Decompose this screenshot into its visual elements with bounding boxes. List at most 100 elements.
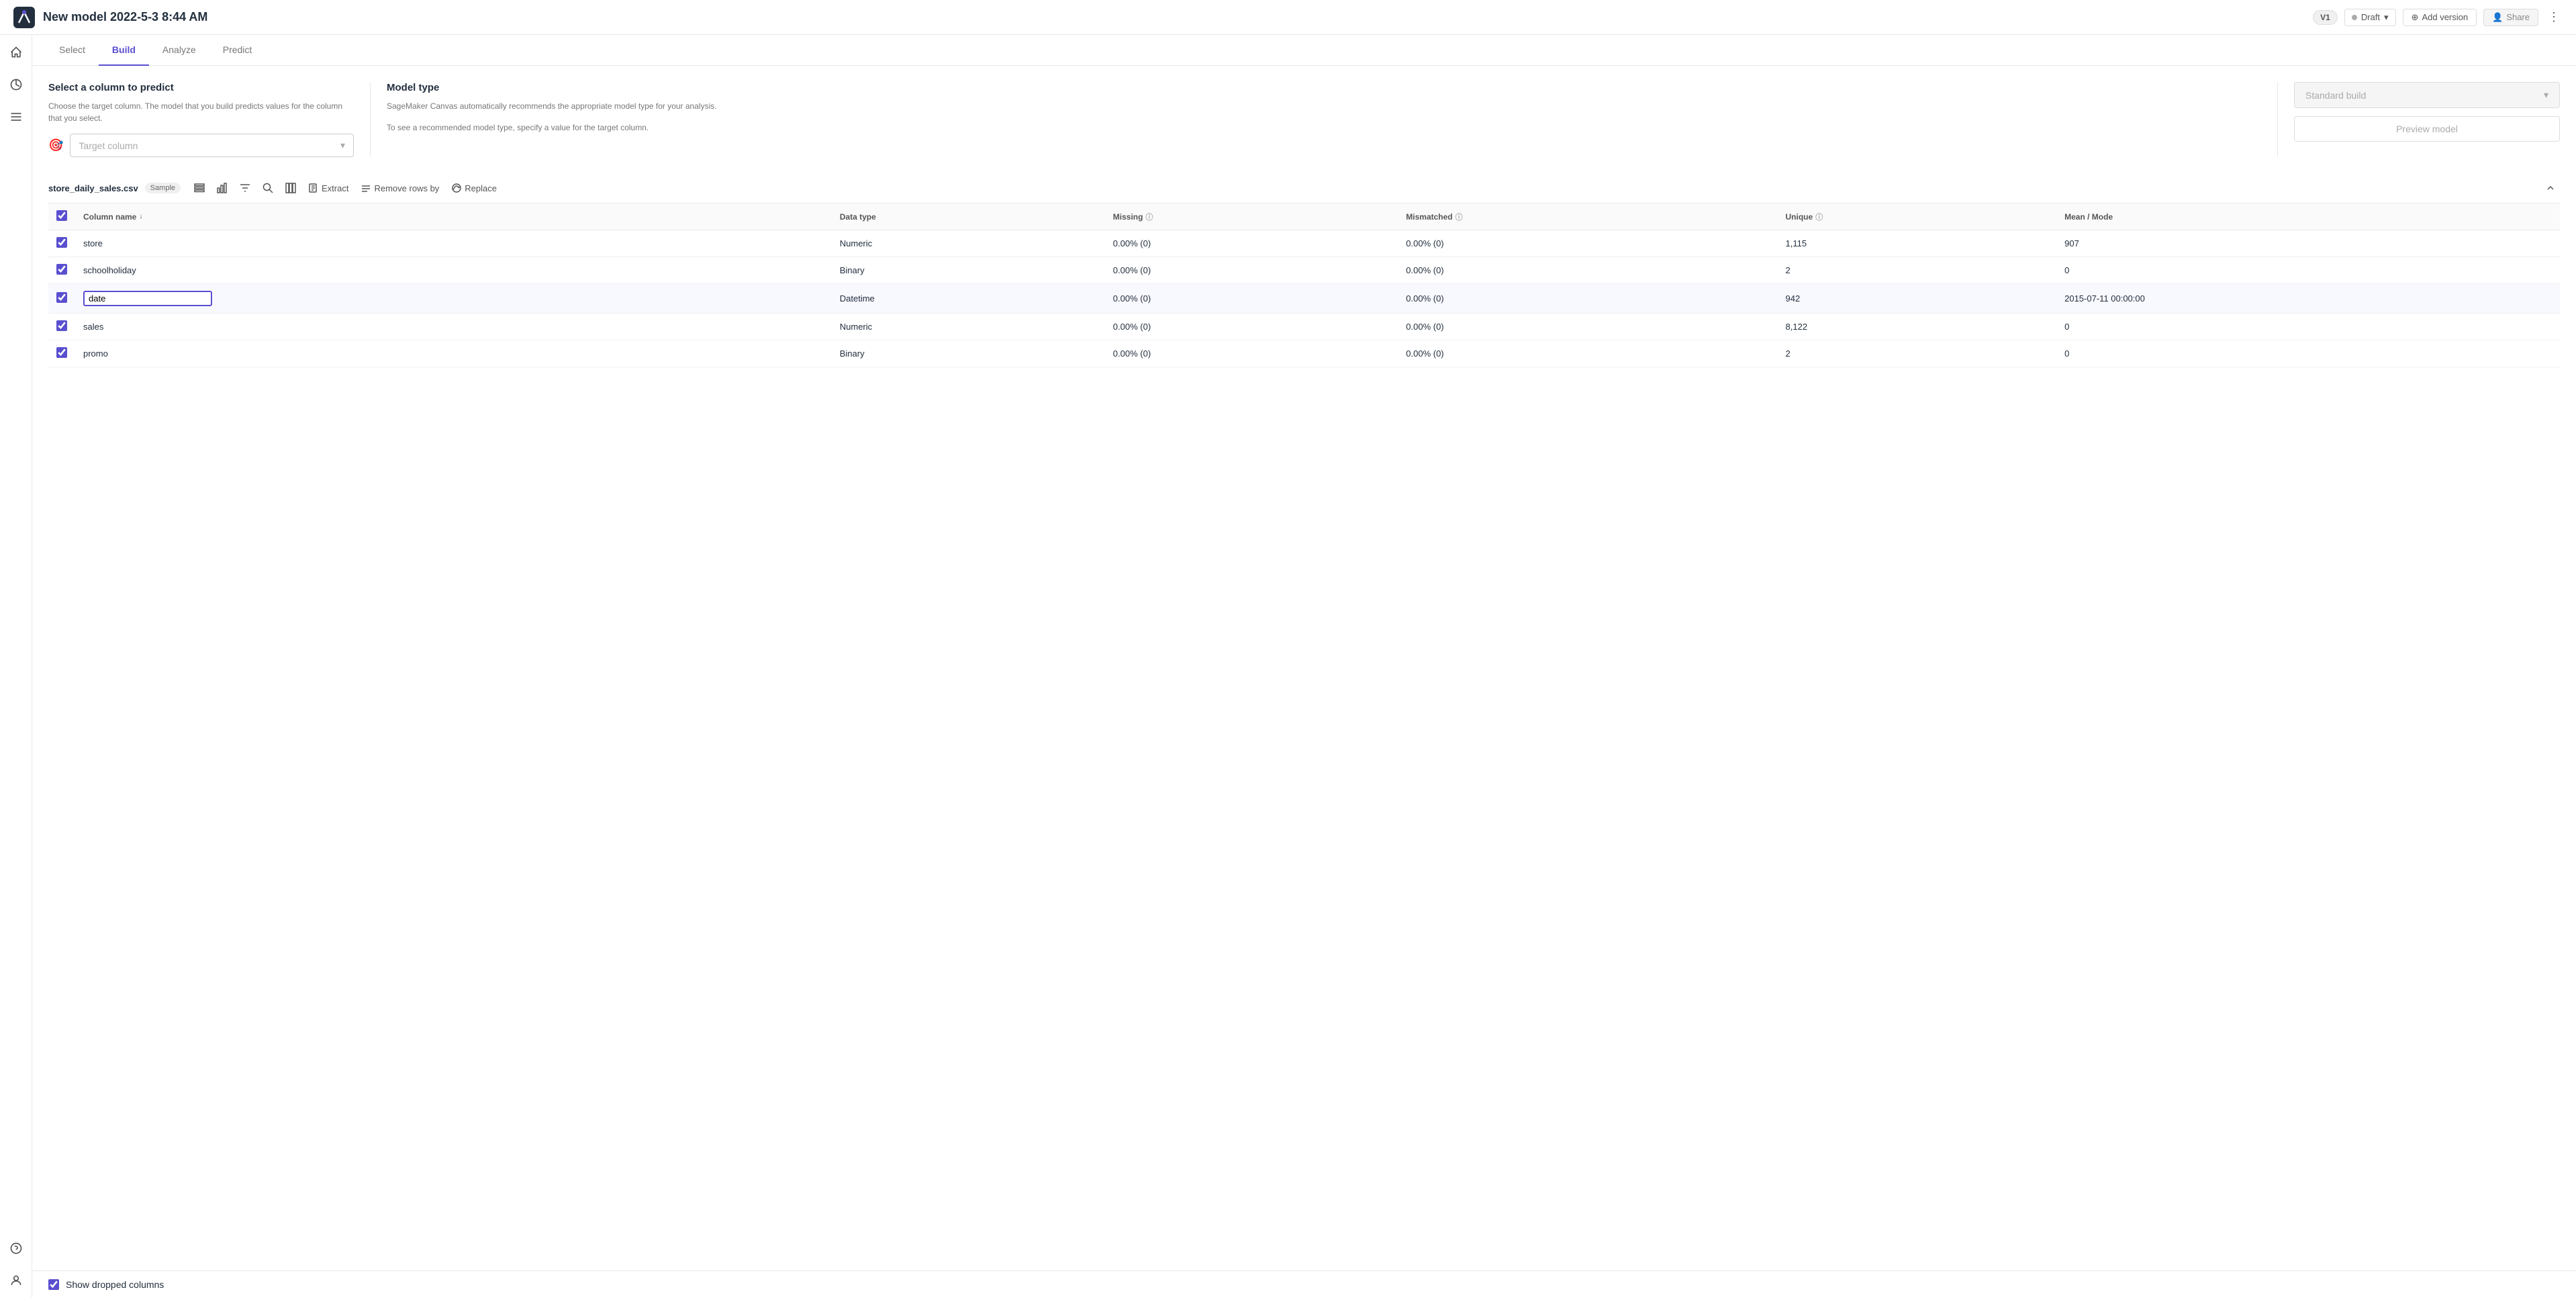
target-column-placeholder: Target column: [79, 140, 138, 151]
tab-build[interactable]: Build: [99, 35, 149, 66]
share-button[interactable]: 👤 Share: [2483, 9, 2538, 26]
data-section: store_daily_sales.csv Sample: [48, 173, 2560, 367]
col-mismatched: 0.00% (0): [1398, 284, 1777, 314]
filter-button[interactable]: [236, 180, 254, 196]
row-checkbox[interactable]: [56, 320, 67, 331]
col-unique: 942: [1778, 284, 2057, 314]
preview-model-label: Preview model: [2396, 124, 2458, 134]
col-missing: 0.00% (0): [1105, 230, 1398, 257]
col-mismatched: 0.00% (0): [1398, 314, 1777, 340]
col-name-cell: promo: [75, 340, 832, 367]
col-name-cell-edit: [75, 284, 832, 314]
col-name-input[interactable]: [83, 291, 212, 306]
missing-info-icon[interactable]: ⓘ: [1145, 212, 1153, 222]
tab-select[interactable]: Select: [46, 35, 99, 66]
draft-dot: [2352, 15, 2357, 20]
table-row: store Numeric 0.00% (0) 0.00% (0) 1,115 …: [48, 230, 2560, 257]
header-left: New model 2022-5-3 8:44 AM: [13, 7, 207, 28]
table-row: schoolholiday Binary 0.00% (0) 0.00% (0)…: [48, 257, 2560, 284]
table-row: promo Binary 0.00% (0) 0.00% (0) 2 0: [48, 340, 2560, 367]
extract-button[interactable]: Extract: [304, 180, 352, 196]
target-column-select[interactable]: Target column ▾: [70, 134, 354, 157]
select-all-checkbox[interactable]: [56, 210, 67, 221]
row-checkbox-cell: [48, 340, 75, 367]
standard-build-chevron-icon: ▾: [2544, 89, 2548, 101]
show-dropped-checkbox[interactable]: [48, 1279, 59, 1290]
draft-button[interactable]: Draft ▾: [2344, 9, 2396, 26]
remove-rows-button[interactable]: Remove rows by: [356, 180, 443, 196]
sidebar-item-help[interactable]: [7, 1239, 26, 1258]
sample-badge: Sample: [145, 183, 181, 193]
version-badge: V1: [2313, 10, 2338, 25]
col-data-type: Numeric: [832, 230, 1105, 257]
col-missing: 0.00% (0): [1105, 340, 1398, 367]
row-checkbox[interactable]: [56, 237, 67, 248]
col-mean-mode: 0: [2056, 314, 2560, 340]
column-settings-button[interactable]: [281, 180, 300, 196]
col-data-type: Datetime: [832, 284, 1105, 314]
row-checkbox-cell: [48, 284, 75, 314]
collapse-button[interactable]: [2541, 180, 2560, 196]
th-mismatched: Mismatched ⓘ: [1398, 203, 1777, 230]
select-column-panel: Select a column to predict Choose the ta…: [48, 82, 371, 157]
search-button[interactable]: [258, 180, 277, 196]
chart-view-button[interactable]: [213, 180, 232, 196]
remove-rows-label: Remove rows by: [374, 183, 439, 193]
select-column-title: Select a column to predict: [48, 82, 354, 93]
file-name: store_daily_sales.csv: [48, 183, 138, 193]
target-column-row: 🎯 Target column ▾: [48, 134, 354, 157]
mismatched-info-icon[interactable]: ⓘ: [1456, 212, 1463, 222]
table-header: Column name ↓ Data type Missing ⓘ: [48, 203, 2560, 230]
row-checkbox[interactable]: [56, 347, 67, 358]
row-checkbox[interactable]: [56, 264, 67, 275]
preview-model-button[interactable]: Preview model: [2294, 116, 2560, 142]
show-dropped-label: Show dropped columns: [66, 1279, 164, 1290]
share-label: Share: [2506, 12, 2530, 22]
replace-button[interactable]: Replace: [447, 180, 501, 196]
col-name-cell: sales: [75, 314, 832, 340]
layout: Select Build Analyze Predict Select a co…: [0, 35, 2576, 1298]
tab-predict[interactable]: Predict: [209, 35, 266, 66]
column-icon: [285, 183, 296, 193]
tab-analyze[interactable]: Analyze: [149, 35, 209, 66]
model-type-panel: Model type SageMaker Canvas automaticall…: [371, 82, 2278, 157]
col-unique: 2: [1778, 257, 2057, 284]
sidebar-item-analytics[interactable]: [7, 75, 26, 94]
col-missing: 0.00% (0): [1105, 314, 1398, 340]
share-icon: 👤: [2492, 12, 2503, 23]
unique-info-icon[interactable]: ⓘ: [1815, 212, 1823, 222]
extract-icon: [308, 183, 319, 193]
table-header-row: Column name ↓ Data type Missing ⓘ: [48, 203, 2560, 230]
col-mismatched: 0.00% (0): [1398, 257, 1777, 284]
row-checkbox-cell: [48, 230, 75, 257]
sidebar-item-menu[interactable]: [7, 107, 26, 126]
sidebar-item-user[interactable]: [7, 1271, 26, 1290]
list-icon: [194, 183, 205, 193]
col-data-type: Binary: [832, 340, 1105, 367]
add-version-plus-icon: ⊕: [2412, 12, 2419, 23]
col-unique: 8,122: [1778, 314, 2057, 340]
main-content: Select Build Analyze Predict Select a co…: [32, 35, 2576, 1298]
logo-icon: [13, 7, 35, 28]
standard-build-button[interactable]: Standard build ▾: [2294, 82, 2560, 108]
col-name-cell: store: [75, 230, 832, 257]
list-view-button[interactable]: [190, 180, 209, 196]
target-column-chevron-icon: ▾: [340, 140, 345, 151]
col-mismatched: 0.00% (0): [1398, 230, 1777, 257]
extract-label: Extract: [322, 183, 348, 193]
table-row: sales Numeric 0.00% (0) 0.00% (0) 8,122 …: [48, 314, 2560, 340]
draft-label: Draft: [2361, 12, 2380, 22]
sidebar-item-home[interactable]: [7, 43, 26, 62]
bottom-bar: Show dropped columns: [32, 1270, 2576, 1298]
more-options-button[interactable]: ⋮: [2545, 10, 2563, 24]
th-unique: Unique ⓘ: [1778, 203, 2057, 230]
filter-icon: [240, 183, 250, 193]
left-sidebar: [0, 35, 32, 1298]
col-data-type: Numeric: [832, 314, 1105, 340]
row-checkbox[interactable]: [56, 292, 67, 303]
add-version-button[interactable]: ⊕ Add version: [2403, 9, 2477, 26]
content-area: Select a column to predict Choose the ta…: [32, 66, 2576, 1270]
col-mean-mode: 0: [2056, 257, 2560, 284]
draft-chevron-icon: ▾: [2384, 12, 2389, 23]
model-type-hint: To see a recommended model type, specify…: [387, 122, 2261, 134]
